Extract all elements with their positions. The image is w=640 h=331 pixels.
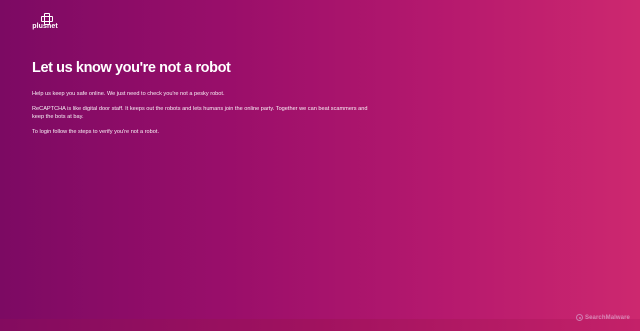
watermark-icon [576,314,583,321]
plusnet-logo[interactable]: plusnet [31,13,59,31]
page-title: Let us know you're not a robot [32,60,231,76]
intro-paragraph: Help us keep you safe online. We just ne… [32,91,225,97]
main-content: Let us know you're not a robot Help us k… [32,58,372,142]
login-instruction-paragraph: To login follow the steps to verify you'… [32,128,159,135]
plus-cross-icon [41,13,53,25]
bottom-strip [0,319,640,331]
watermark-text: SearchMalware [585,314,630,321]
watermark: SearchMalware [576,314,630,321]
recaptcha-paragraph: ReCAPTCHA is like digital door staff. It… [32,105,368,121]
